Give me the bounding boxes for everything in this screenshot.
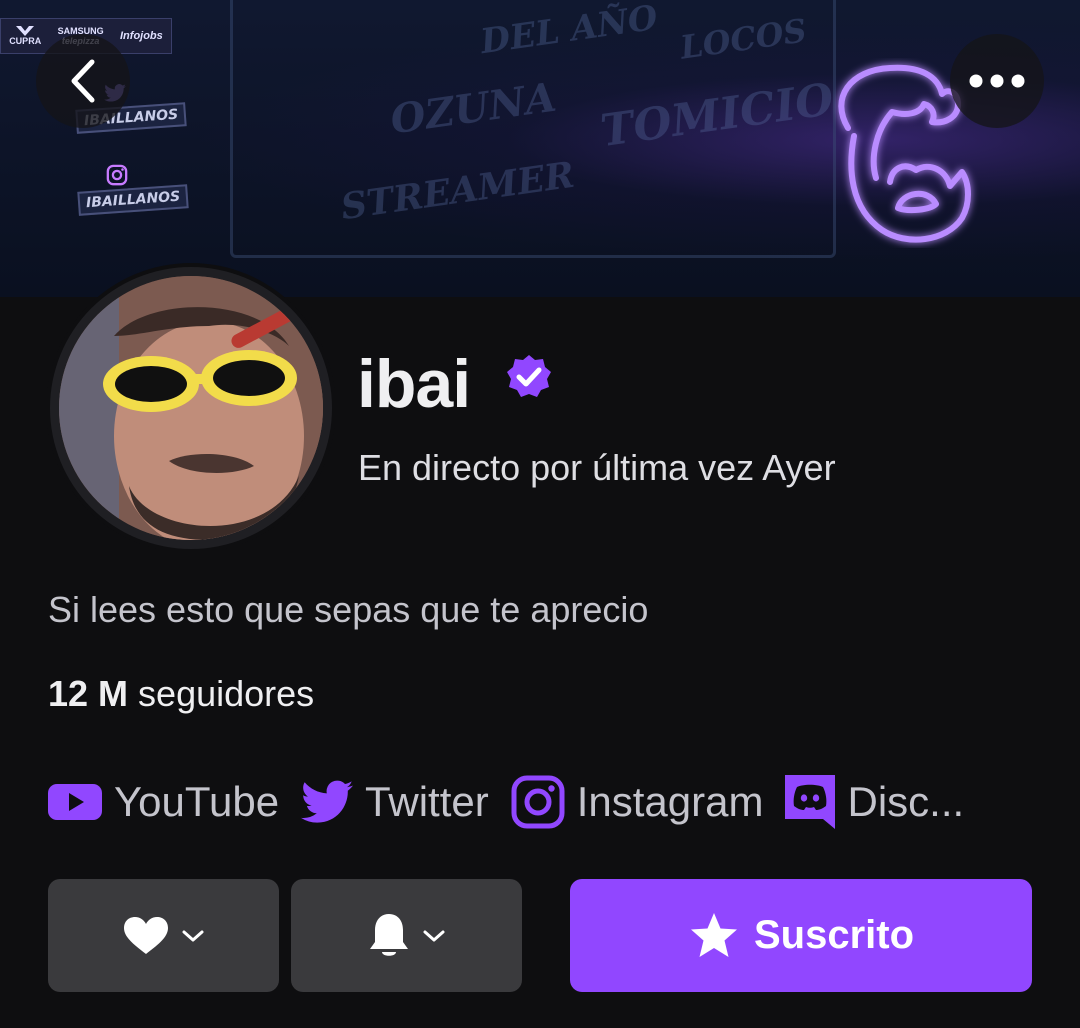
- verified-badge-icon: [507, 355, 551, 397]
- follow-button[interactable]: [48, 879, 279, 992]
- last-live-status: En directo por última vez Ayer: [358, 447, 836, 488]
- channel-name: ibai: [357, 346, 471, 422]
- star-icon: [690, 912, 737, 957]
- discord-icon: [785, 775, 836, 829]
- chevron-down-icon: [182, 930, 203, 941]
- link-twitter[interactable]: Twitter: [301, 778, 489, 826]
- heart-icon: [123, 916, 168, 954]
- followers-count: 12 M seguidores: [48, 673, 314, 715]
- channel-bio: Si lees esto que sepas que te aprecio: [48, 589, 649, 630]
- more-horizontal-icon: [969, 74, 1025, 88]
- followers-label: seguidores: [128, 673, 315, 714]
- followers-number: 12 M: [48, 673, 129, 714]
- link-instagram[interactable]: Instagram: [511, 775, 764, 829]
- avatar-portrait: [59, 276, 323, 540]
- avatar-image: [59, 276, 323, 540]
- notifications-button[interactable]: [291, 879, 522, 992]
- instagram-icon: [106, 164, 128, 191]
- link-instagram-label: Instagram: [576, 778, 764, 825]
- link-youtube-label: YouTube: [114, 778, 280, 825]
- avatar[interactable]: [50, 267, 332, 549]
- link-discord[interactable]: Disc...: [785, 775, 964, 829]
- subscribe-button-label: Suscrito: [753, 913, 915, 957]
- subscribe-button[interactable]: Suscrito: [570, 879, 1032, 992]
- channel-banner: DEL AÑO LOCOS OZUNA TOMICIO STREAMER CUP…: [0, 0, 1080, 297]
- chevron-down-icon: [423, 930, 444, 941]
- banner-instagram-sign: IBAILLANOS: [77, 184, 190, 216]
- link-discord-label: Disc...: [847, 778, 965, 825]
- bell-icon: [369, 913, 408, 956]
- chevron-left-icon: [71, 59, 95, 103]
- link-youtube[interactable]: YouTube: [48, 778, 279, 826]
- sponsor-logo-cupra: CUPRA: [9, 26, 41, 46]
- instagram-icon: [511, 775, 565, 829]
- back-button[interactable]: [36, 34, 130, 128]
- sponsor-logo-infojobs: Infojobs: [120, 30, 163, 42]
- link-twitter-label: Twitter: [365, 778, 489, 825]
- social-links: YouTube Twitter Instagram Disc...: [48, 770, 1080, 834]
- youtube-icon: [48, 784, 102, 820]
- twitter-icon: [301, 780, 354, 823]
- more-options-button[interactable]: [950, 34, 1044, 128]
